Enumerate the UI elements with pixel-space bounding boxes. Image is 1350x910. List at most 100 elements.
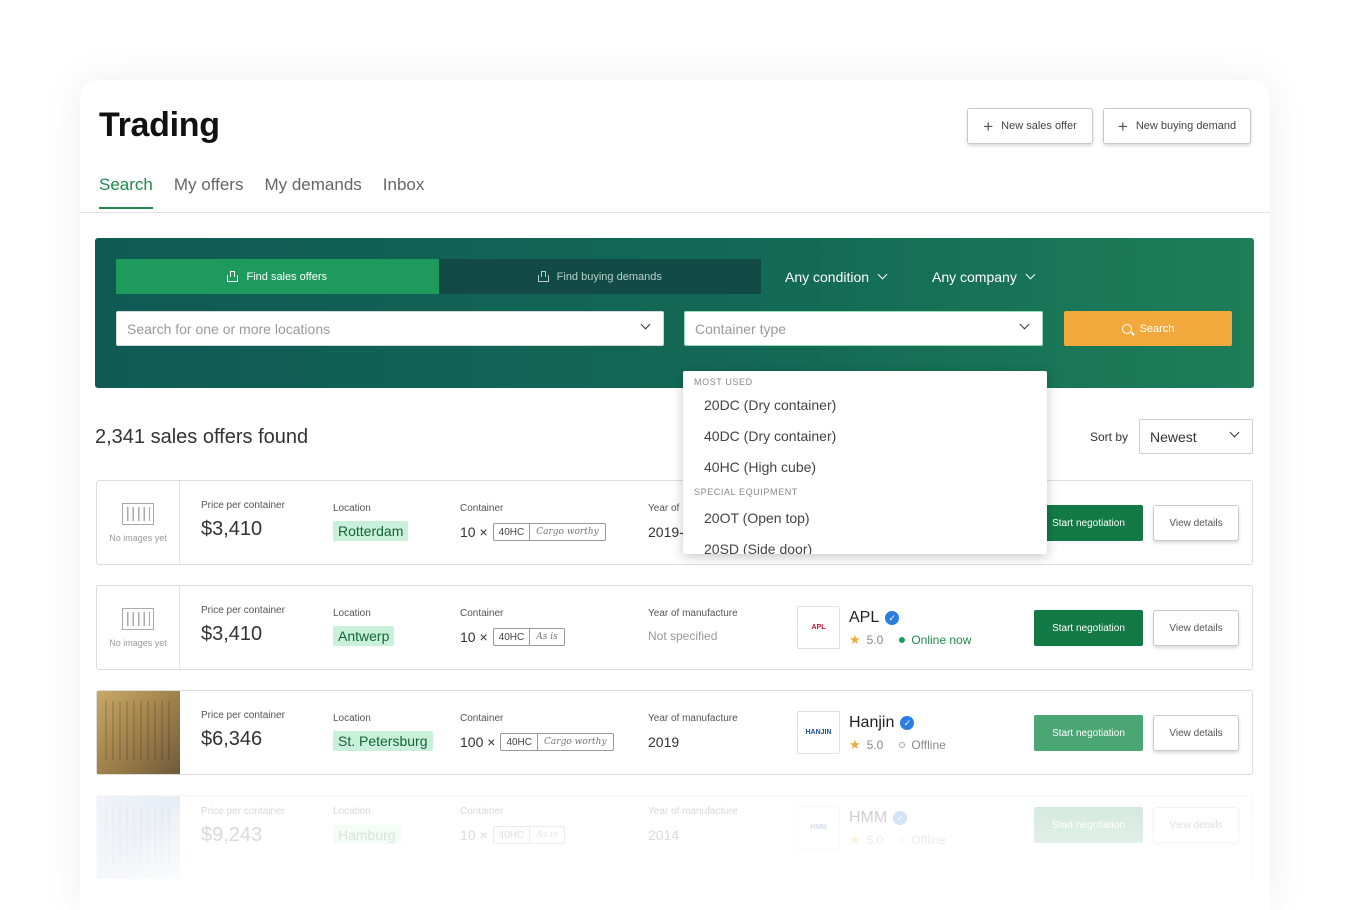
- company-status: Offline: [911, 738, 946, 752]
- new-sales-offer-label: New sales offer: [1001, 120, 1077, 132]
- year-label: Year of manufacture: [648, 608, 738, 619]
- tab-my-demands[interactable]: My demands: [264, 175, 361, 209]
- company-name-wrap[interactable]: Hanjin ✓: [849, 714, 915, 732]
- sort-label: Sort by: [1090, 430, 1129, 444]
- container-icon: [122, 502, 154, 525]
- container-label: Container: [460, 713, 504, 724]
- dropdown-option[interactable]: 40DC (Dry container): [683, 420, 1047, 451]
- company-rating: 5.0: [866, 633, 884, 647]
- tab-my-offers[interactable]: My offers: [174, 175, 244, 209]
- new-sales-offer-button[interactable]: + New sales offer: [967, 108, 1093, 144]
- tab-search[interactable]: Search: [99, 175, 153, 209]
- dropdown-option[interactable]: 40HC (High cube): [683, 451, 1047, 482]
- start-negotiation-button[interactable]: Start negotiation: [1034, 505, 1143, 541]
- price-label: Price per container: [201, 710, 285, 721]
- company-name-wrap[interactable]: HMM ✓: [849, 809, 908, 827]
- find-sales-offers-label: Find sales offers: [246, 270, 327, 283]
- container-tag: 40HC Cargo worthy: [500, 733, 614, 751]
- container-type-select[interactable]: Container type: [684, 311, 1043, 346]
- view-details-button[interactable]: View details: [1153, 715, 1239, 751]
- company-meta: ★ 5.0 Online now: [849, 632, 971, 648]
- new-buying-demand-button[interactable]: + New buying demand: [1103, 108, 1251, 144]
- no-image-placeholder: No images yet: [97, 481, 180, 564]
- location-pill: Hamburg: [333, 825, 401, 845]
- price-label: Price per container: [201, 500, 285, 511]
- new-buying-demand-label: New buying demand: [1135, 120, 1237, 132]
- condition-filter[interactable]: Any condition: [785, 259, 888, 294]
- find-buying-demands-label: Find buying demands: [556, 270, 662, 283]
- search-mode-toggle: Find sales offers Find buying demands: [116, 259, 761, 294]
- plus-icon: +: [983, 116, 994, 136]
- location-label: Location: [333, 806, 371, 817]
- location-search-input[interactable]: Search for one or more locations: [116, 311, 664, 346]
- container-quantity: 10 ×: [460, 827, 488, 843]
- dropdown-group-header: MOST USED: [694, 377, 753, 387]
- container-condition-tag: Cargo worthy: [536, 527, 599, 537]
- container-tag: 40HC As is: [492, 826, 565, 844]
- start-negotiation-button[interactable]: Start negotiation: [1034, 807, 1143, 843]
- price-value: $9,243: [201, 824, 263, 846]
- price-value: $6,346: [201, 728, 263, 750]
- find-buying-demands-toggle[interactable]: Find buying demands: [438, 259, 761, 294]
- find-sales-offers-toggle[interactable]: Find sales offers: [116, 259, 439, 294]
- company-logo: HMM: [797, 806, 840, 849]
- dropdown-option[interactable]: 20SD (Side door): [683, 533, 1047, 555]
- year-value: 2019-: [648, 524, 684, 540]
- year-value: Not specified: [648, 629, 718, 643]
- container-tag: 40HC Cargo worthy: [492, 523, 606, 541]
- sort-select[interactable]: Newest: [1139, 419, 1253, 454]
- start-negotiation-button[interactable]: Start negotiation: [1034, 610, 1143, 646]
- company-filter[interactable]: Any company: [932, 259, 1036, 294]
- chevron-down-icon: [877, 269, 888, 280]
- chevron-down-icon: [1025, 269, 1036, 280]
- price-value: $3,410: [201, 623, 263, 645]
- view-details-button[interactable]: View details: [1153, 807, 1239, 843]
- sort-value: Newest: [1150, 428, 1197, 445]
- location-label: Location: [333, 608, 371, 619]
- container-spec: 10 × 40HC Cargo worthy: [460, 523, 606, 541]
- offer-row: No images yet Price per container $3,410…: [96, 585, 1253, 670]
- dropdown-option[interactable]: 20DC (Dry container): [683, 389, 1047, 420]
- company-status: Online now: [911, 633, 972, 647]
- container-label: Container: [460, 503, 504, 514]
- star-icon: ★: [849, 737, 861, 752]
- container-label: Container: [460, 806, 504, 817]
- company-meta: ★ 5.0 Offline: [849, 832, 946, 848]
- price-label: Price per container: [201, 605, 285, 616]
- location-pill: Rotterdam: [333, 521, 409, 541]
- container-stack-icon: [227, 271, 239, 282]
- container-icon: [122, 607, 154, 630]
- start-negotiation-button[interactable]: Start negotiation: [1034, 715, 1143, 751]
- container-condition-tag: Cargo worthy: [544, 737, 607, 747]
- company-name: HMM: [849, 809, 888, 826]
- offer-row: Price per container $9,243 Location Hamb…: [96, 795, 1253, 880]
- location-pill: St. Petersburg: [333, 731, 433, 751]
- star-icon: ★: [849, 832, 861, 847]
- container-quantity: 100 ×: [460, 734, 496, 750]
- offer-row: Price per container $6,346 Location St. …: [96, 690, 1253, 775]
- verified-badge-icon: ✓: [900, 716, 915, 730]
- view-details-button[interactable]: View details: [1153, 610, 1239, 646]
- tab-bar: Search My offers My demands Inbox: [99, 175, 424, 209]
- no-images-text: No images yet: [109, 532, 167, 543]
- dropdown-option[interactable]: 20OT (Open top): [683, 502, 1047, 533]
- offline-status-icon: [899, 837, 906, 843]
- view-details-button[interactable]: View details: [1153, 505, 1239, 541]
- tab-inbox[interactable]: Inbox: [383, 175, 425, 209]
- company-status: Offline: [911, 833, 946, 847]
- year-label: Year of manufacture: [648, 713, 738, 724]
- company-rating: 5.0: [866, 833, 884, 847]
- online-status-icon: [899, 637, 906, 643]
- location-placeholder: Search for one or more locations: [127, 320, 331, 337]
- container-type-placeholder: Container type: [695, 320, 787, 337]
- container-type-dropdown: MOST USED 20DC (Dry container) 40DC (Dry…: [683, 371, 1047, 554]
- container-type-tag: 40HC: [501, 734, 539, 750]
- container-spec: 10 × 40HC As is: [460, 826, 565, 844]
- page-title: Trading: [99, 106, 220, 144]
- company-filter-label: Any company: [932, 268, 1017, 285]
- search-button[interactable]: Search: [1064, 311, 1232, 346]
- container-quantity: 10 ×: [460, 524, 488, 540]
- offline-status-icon: [899, 742, 906, 748]
- company-name-wrap[interactable]: APL ✓: [849, 609, 900, 627]
- no-images-text: No images yet: [109, 637, 167, 648]
